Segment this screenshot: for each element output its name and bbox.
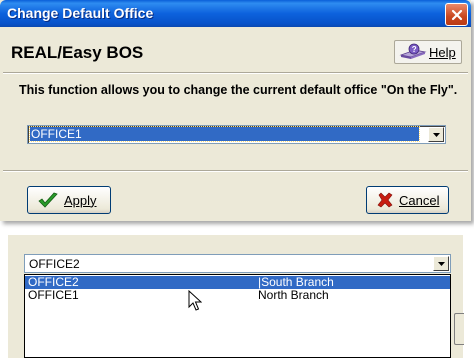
- partial-button-edge: [454, 313, 464, 345]
- cancel-label: Cancel: [399, 192, 440, 208]
- office-select[interactable]: OFFICE1: [27, 125, 446, 144]
- office-dropdown-list: OFFICE2 |South Branch OFFICE1 North Bran…: [24, 274, 451, 358]
- divider: [3, 170, 468, 172]
- description-text: This function allows you to change the c…: [19, 83, 458, 97]
- help-button[interactable]: ? Help: [394, 40, 462, 64]
- office-select-dropdown-button[interactable]: [428, 127, 444, 142]
- dropdown-option[interactable]: OFFICE1 North Branch: [25, 289, 450, 302]
- help-icon: ?: [399, 43, 427, 59]
- help-label: Help: [429, 44, 456, 60]
- option-code: OFFICE1: [28, 288, 79, 302]
- expanded-select-dropdown-button[interactable]: [433, 256, 449, 271]
- window-title: Change Default Office: [7, 5, 154, 21]
- app-header: REAL/Easy BOS ? Help: [3, 35, 468, 70]
- app-name: REAL/Easy BOS: [11, 43, 144, 62]
- apply-button[interactable]: Apply: [27, 186, 111, 214]
- divider: [3, 72, 468, 74]
- change-default-office-dialog: Change Default Office REAL/Easy BOS ? He…: [0, 0, 471, 221]
- dropdown-option[interactable]: OFFICE2 |South Branch: [25, 276, 450, 289]
- svg-text:?: ?: [412, 45, 417, 54]
- option-branch: North Branch: [258, 288, 329, 302]
- chevron-down-icon: [437, 261, 445, 266]
- checkmark-icon: [38, 192, 58, 208]
- close-button[interactable]: [445, 3, 468, 26]
- cancel-button[interactable]: Cancel: [366, 186, 449, 214]
- expanded-office-select-value: OFFICE2: [29, 257, 80, 271]
- title-bar[interactable]: Change Default Office: [0, 0, 471, 27]
- chevron-down-icon: [432, 132, 440, 137]
- x-icon: [377, 192, 393, 208]
- office-select-value: OFFICE1: [29, 126, 420, 142]
- close-icon: [451, 9, 462, 20]
- apply-label: Apply: [64, 192, 97, 208]
- expanded-office-select[interactable]: OFFICE2: [24, 254, 451, 273]
- mouse-pointer-icon: [188, 290, 202, 311]
- expanded-office-select-panel: OFFICE2 OFFICE2 |South Branch OFFICE1 No…: [8, 235, 464, 358]
